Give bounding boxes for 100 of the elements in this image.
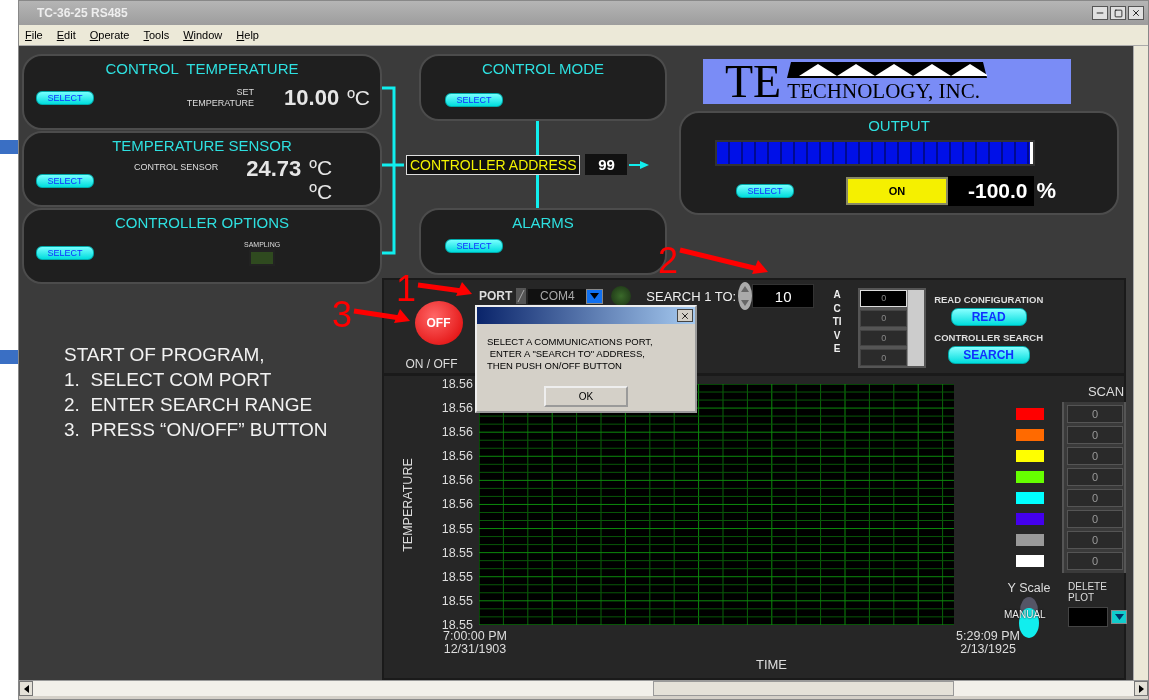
annotation-number: 1 — [396, 272, 417, 306]
select-button[interactable]: SELECT — [445, 239, 503, 253]
menu-item[interactable]: Window — [183, 29, 223, 41]
instruction-line: 1. SELECT COM PORT — [64, 368, 273, 392]
select-button[interactable]: SELECT — [36, 91, 94, 105]
delete-plot-label: DELETE PLOT — [1068, 581, 1108, 603]
y-tick-label: 18.56 — [440, 473, 474, 488]
menu-item[interactable]: File — [25, 29, 43, 41]
output-switch[interactable]: ON — [846, 177, 948, 205]
close-icon — [680, 310, 690, 321]
dialog-message-line: THEN PUSH ON/OFF BUTTON — [487, 360, 623, 372]
connector-arrow — [629, 159, 650, 170]
dropdown-button[interactable] — [586, 288, 604, 304]
scroll-right-button[interactable] — [1134, 681, 1148, 696]
select-button[interactable]: SELECT — [36, 245, 94, 260]
scan-value: 0 — [1067, 531, 1123, 549]
y-tick-label: 18.55 — [440, 569, 474, 584]
y-tick-label: 18.56 — [440, 401, 474, 416]
close-icon — [1131, 8, 1141, 18]
active-label: ACTIVE — [832, 288, 843, 356]
menu-item[interactable]: Help — [236, 29, 259, 41]
scan-value: 0 — [1067, 552, 1123, 570]
port-field[interactable]: COM4 — [528, 288, 587, 304]
percent-label: % — [1036, 178, 1057, 204]
instruction-line: START OF PROGRAM, — [64, 343, 266, 367]
scan-value: 0 — [1067, 489, 1123, 507]
x-end-label: 5:29:09 PM 2/13/1925 — [956, 630, 1020, 657]
y-scale-label: Y Scale — [1007, 581, 1051, 595]
power-label: ON / OFF — [405, 357, 458, 371]
dropdown-button[interactable] — [1111, 610, 1127, 624]
window-title: TC-36-25 RS485 — [37, 6, 129, 20]
menu-item[interactable]: Edit — [56, 29, 76, 41]
scan-value: 0 — [1067, 447, 1123, 465]
y-tick-label: 18.56 — [440, 497, 474, 512]
control-sensor-label: CONTROL SENSOR — [134, 162, 219, 173]
y-tick-label: 18.55 — [440, 617, 473, 632]
controller-search-label: CONTROLLER SEARCH — [934, 332, 1044, 343]
menu-item[interactable]: Tools — [143, 29, 170, 41]
spinner-icon[interactable] — [738, 282, 753, 310]
y-axis-label: TEMPERATURE — [401, 457, 415, 552]
unit-label: ºC — [347, 86, 370, 110]
list-scrollbar[interactable] — [907, 290, 925, 366]
active-item[interactable]: 0 — [860, 290, 908, 307]
y-tick-label: 18.56 — [440, 377, 474, 391]
select-button[interactable]: SELECT — [736, 184, 794, 198]
search-to-field[interactable]: 10 — [752, 284, 815, 308]
panel-title: CONTROLLER OPTIONS — [113, 214, 291, 231]
annotation-number: 3 — [332, 298, 353, 332]
set-temperature-value: 10.00 — [284, 85, 340, 111]
read-button[interactable]: READ — [950, 308, 1027, 326]
logo-mark: TE — [725, 60, 782, 104]
ok-button[interactable]: OK — [544, 386, 628, 407]
menu-item[interactable]: Operate — [89, 29, 130, 41]
scroll-left-button[interactable] — [19, 681, 33, 696]
minimize-button[interactable] — [1092, 6, 1108, 20]
scan-value: 0 — [1067, 468, 1123, 486]
search-label: SEARCH 1 TO: — [646, 288, 737, 304]
triangles-icon — [787, 61, 988, 79]
y-tick-label: 18.55 — [440, 545, 474, 560]
vertical-scrollbar[interactable] — [1133, 46, 1148, 680]
active-item[interactable]: 0 — [860, 329, 908, 347]
dialog-close-button[interactable] — [677, 309, 693, 322]
port-label: PORT — [479, 289, 513, 303]
x-axis-label: TIME — [755, 657, 788, 674]
caret-icon — [590, 293, 600, 299]
panel-title: OUTPUT — [867, 117, 931, 134]
scan-value: 0 — [1067, 426, 1123, 444]
scan-value: 0 — [1067, 405, 1123, 423]
close-button[interactable] — [1128, 6, 1144, 20]
active-item[interactable]: 0 — [860, 349, 908, 366]
controller-address-label: CONTROLLER ADDRESS — [406, 154, 581, 175]
maximize-button[interactable] — [1110, 6, 1126, 20]
sensor-temperature-value: 24.73 — [246, 156, 302, 182]
unit-label: ºC — [309, 156, 333, 180]
logo-name: TECHNOLOGY, INC. — [787, 79, 981, 104]
panel-title: ALARMS — [511, 214, 575, 231]
y-tick-label: 18.56 — [440, 425, 474, 440]
unit-label: ºC — [309, 180, 333, 204]
power-button[interactable]: OFF — [414, 301, 463, 345]
y-tick-label: 18.56 — [440, 449, 474, 464]
search-button[interactable]: SEARCH — [947, 346, 1030, 364]
dialog-message-line: ENTER A "SEARCH TO" ADDRESS, — [488, 348, 646, 360]
read-configuration-label: READ CONFIGURATION — [934, 294, 1044, 305]
output-value: -100.0 — [948, 176, 1034, 206]
dialog-message-line: SELECT A COMMUNICATIONS PORT, — [487, 336, 654, 348]
controller-address-value: 99 — [585, 154, 628, 175]
active-item[interactable]: 0 — [860, 309, 908, 327]
panel-title: CONTROL MODE — [481, 60, 605, 77]
caret-icon — [1114, 614, 1124, 620]
panel-title: TEMPERATURE SENSOR — [111, 137, 293, 154]
maximize-icon — [1113, 8, 1123, 18]
annotation-number: 2 — [658, 244, 679, 278]
select-button[interactable]: SELECT — [36, 174, 94, 188]
scan-value: 0 — [1067, 510, 1123, 528]
left-arrow-icon — [23, 684, 29, 693]
delete-plot-field[interactable] — [1068, 607, 1108, 627]
horizontal-scrollbar[interactable] — [33, 681, 1134, 696]
right-arrow-icon — [1138, 684, 1144, 693]
select-button[interactable]: SELECT — [445, 93, 503, 107]
scan-title: SCAN — [1086, 384, 1126, 399]
